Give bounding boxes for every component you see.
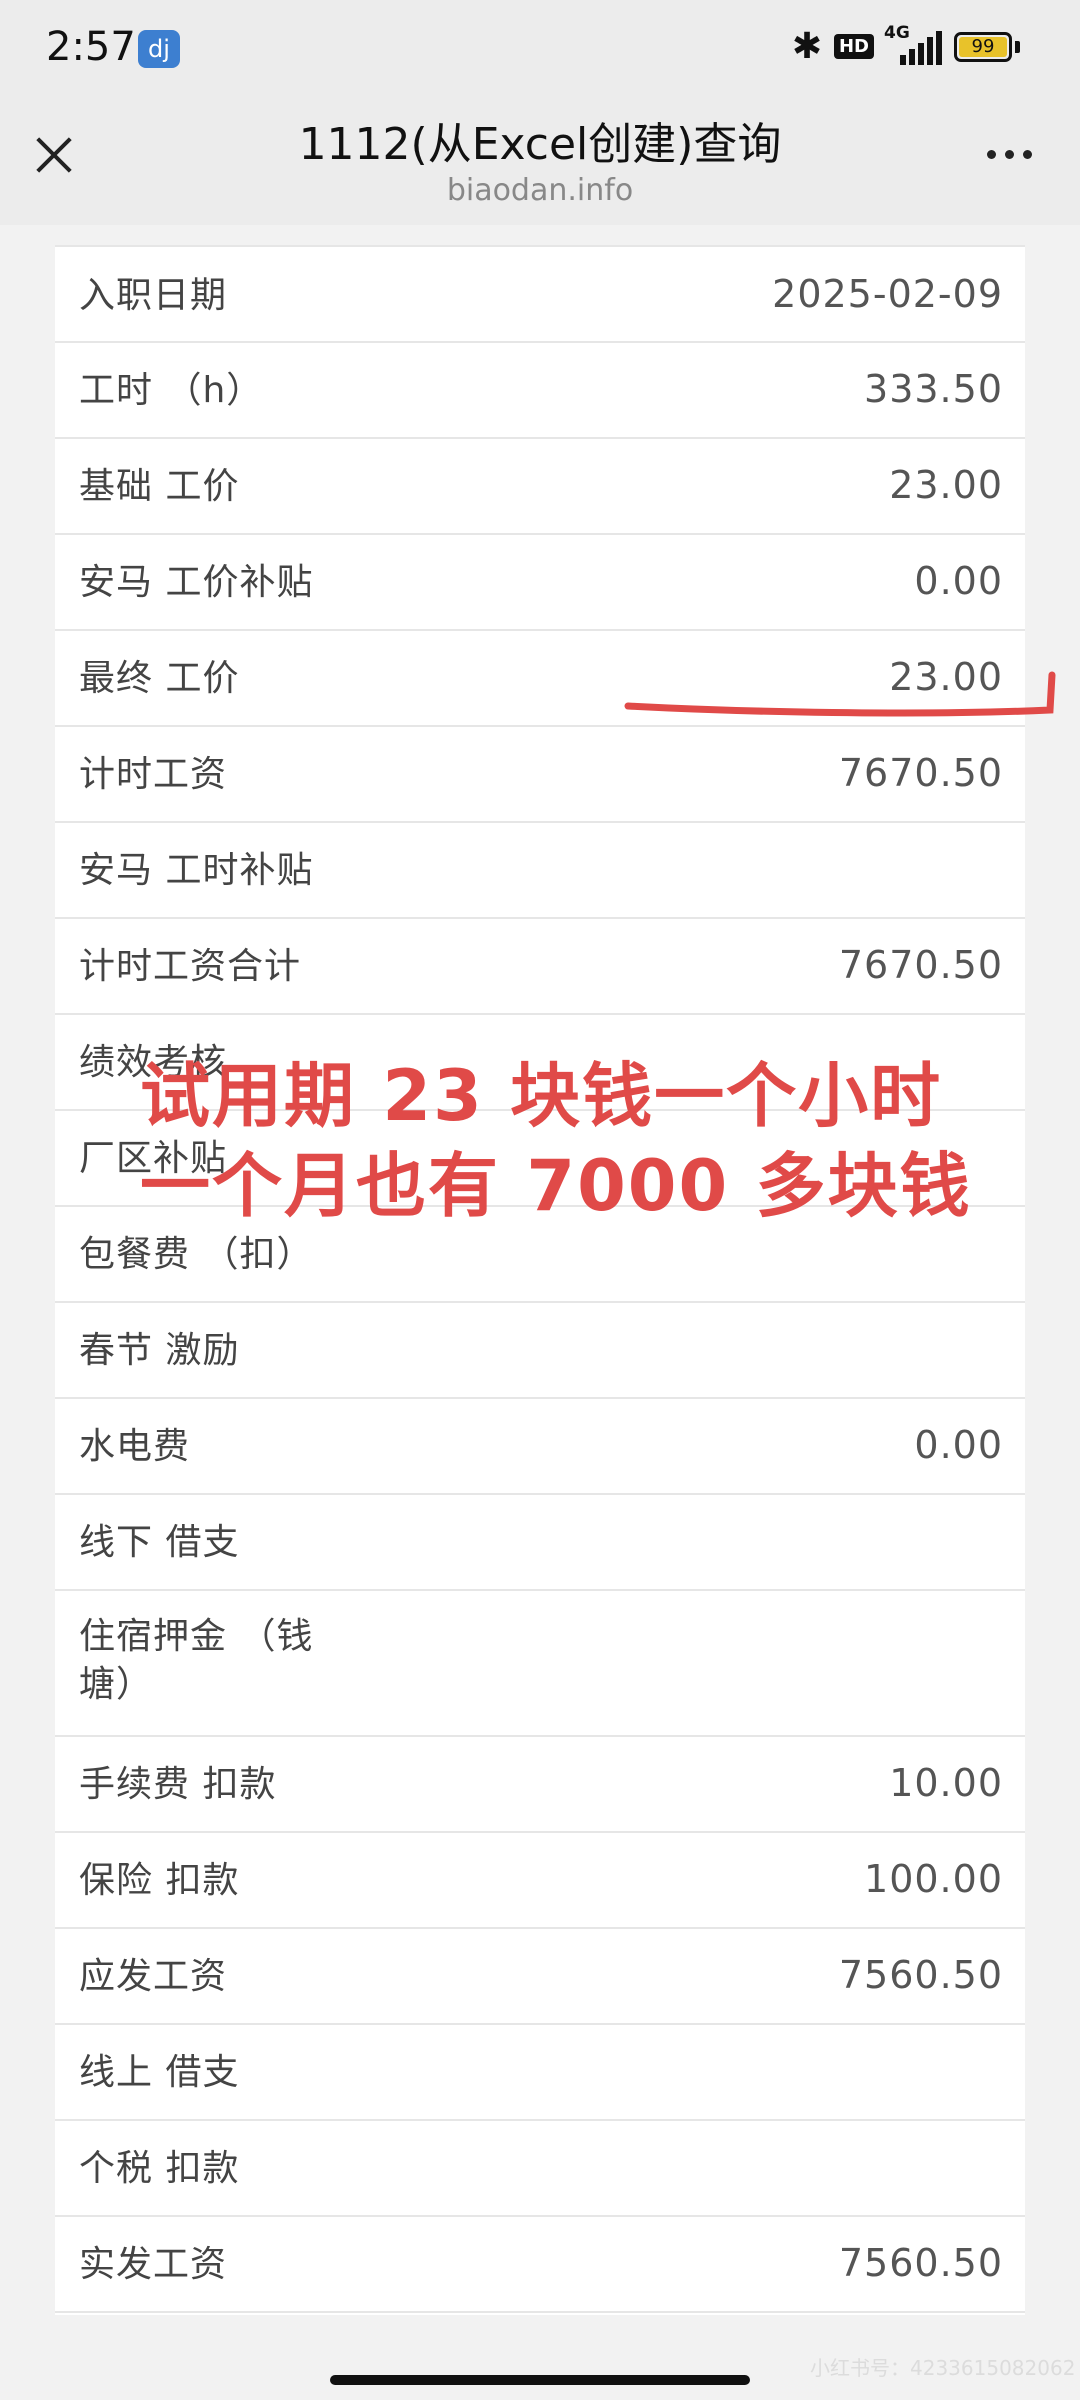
salary-row-label: 个税 扣款 [79,2148,240,2189]
salary-row-value: 7670.50 [838,943,1003,987]
hd-icon: HD [833,34,874,59]
salary-row-value: 23.00 [889,463,1003,507]
more-options-icon[interactable] [987,150,1032,159]
page-title: 1112(从Excel创建)查询 [298,119,782,170]
status-bar: 2:57 dj ✱ HD 4G 99 [0,0,1080,100]
annotation-line-1: 试用期 23 块钱一个小时 [140,1055,943,1137]
annotation-line-2: 一个月也有 7000 多块钱 [140,1145,972,1227]
battery-level: 99 [971,35,995,57]
page-domain: biaodan.info [446,173,634,208]
salary-row-label: 最终 工价 [79,658,240,699]
salary-row-value: 0.00 [914,559,1003,603]
salary-row-value: 7670.50 [838,751,1003,795]
salary-row-label: 保险 扣款 [79,1860,240,1901]
salary-row: 工时 （h） 333.50 [55,343,1025,439]
salary-row-label: 应发工资 [79,1956,228,1997]
salary-row: 应发工资 7560.50 [55,1929,1025,2025]
salary-row-value: 100.00 [864,1857,1003,1901]
home-indicator[interactable] [330,2375,750,2385]
network-type-label: 4G [884,22,910,43]
salary-row: 实发工资 7560.50 [55,2217,1025,2313]
salary-row: 基础 工价 23.00 [55,439,1025,535]
salary-row: 入职日期 2025-02-09 [55,245,1025,343]
bluetooth-icon: ✱ [791,26,822,67]
salary-row-label: 住宿押金 （钱 塘） [79,1616,314,1705]
highlight-underline [624,671,1056,717]
salary-row-label: 安马 工时补贴 [79,850,314,891]
salary-row: 个税 扣款 [55,2121,1025,2217]
salary-row-label: 线下 借支 [79,1522,240,1563]
salary-row: 保险 扣款 100.00 [55,1833,1025,1929]
salary-row-label: 春节 激励 [79,1330,240,1371]
watermark: 小红书号：4233615082062 [810,2356,1076,2380]
salary-row-value: 7560.50 [838,1953,1003,1997]
salary-detail-list: 入职日期 2025-02-09 工时 （h） 333.50 基础 工价 23.00 安马 工… [55,245,1025,2315]
salary-row: 线下 借支 [55,1495,1025,1591]
salary-row-label: 手续费 扣款 [79,1764,277,1805]
salary-row: 春节 激励 [55,1303,1025,1399]
salary-row-label: 水电费 [79,1426,191,1467]
salary-row: 水电费 0.00 [55,1399,1025,1495]
app-notification-icon: dj [138,30,180,68]
salary-row-value: 10.00 [889,1761,1003,1805]
salary-row-label: 线上 借支 [79,2052,240,2093]
salary-row-label: 入职日期 [79,275,228,316]
status-icons: ✱ HD 4G 99 [791,23,1020,67]
salary-row: 安马 工时补贴 [55,823,1025,919]
salary-row-label: 实发工资 [79,2244,228,2285]
battery-icon: 99 [954,31,1012,62]
salary-row-label: 工时 （h） [79,370,264,411]
salary-row-value: 0.00 [914,1423,1003,1467]
salary-row-label: 计时工资 [79,754,228,795]
salary-row-value: 333.50 [864,367,1003,411]
salary-row: 住宿押金 （钱 塘） [55,1591,1025,1737]
signal-4g-icon: 4G [884,23,942,65]
status-time: 2:57 [46,24,136,70]
salary-row-label: 计时工资合计 [79,946,302,987]
salary-row-label: 包餐费 （扣） [79,1234,314,1275]
salary-row-label: 基础 工价 [79,466,240,507]
salary-row-value: 7560.50 [838,2241,1003,2285]
salary-row: 计时工资合计 7670.50 [55,919,1025,1015]
salary-row-value: 2025-02-09 [772,272,1003,316]
salary-row-label: 安马 工价补贴 [79,562,314,603]
salary-row: 线上 借支 [55,2025,1025,2121]
salary-row: 手续费 扣款 10.00 [55,1737,1025,1833]
salary-row: 计时工资 7670.50 [55,727,1025,823]
salary-row: 安马 工价补贴 0.00 [55,535,1025,631]
